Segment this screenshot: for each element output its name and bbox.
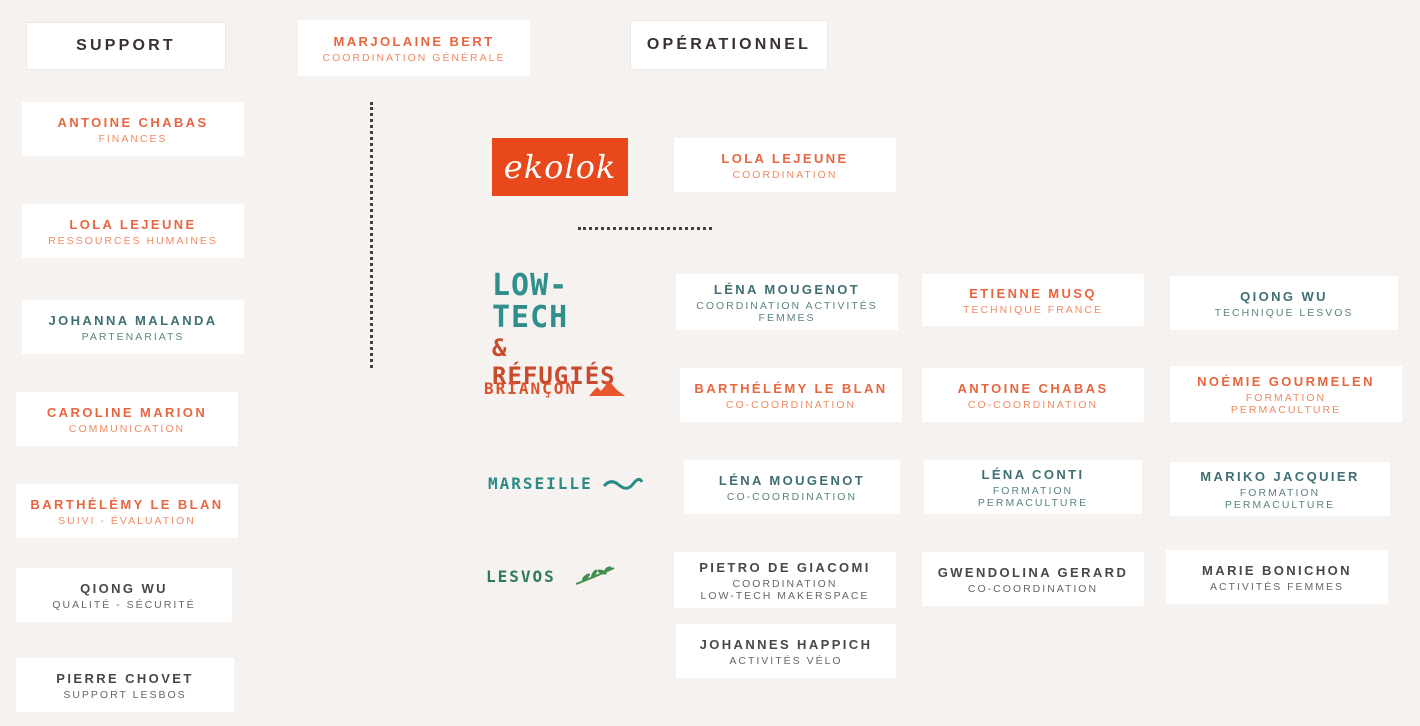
person-name: QIONG WU: [1240, 288, 1328, 304]
lowtech-card: QIONG WU TECHNIQUE LESVOS: [1170, 276, 1398, 330]
lesvos-card: JOHANNES HAPPICH ACTIVITÉS VÉLO: [676, 624, 896, 678]
person-name: LÉNA CONTI: [981, 466, 1085, 482]
wave-icon: [602, 477, 643, 490]
support-card: LOLA LEJEUNE RESSOURCES HUMAINES: [22, 204, 244, 258]
horizontal-dotted-connector: [578, 227, 712, 230]
person-name: CAROLINE MARION: [46, 404, 208, 420]
person-name: JOHANNA MALANDA: [48, 312, 218, 328]
person-name: LOLA LEJEUNE: [69, 216, 197, 232]
person-role: FORMATION PERMACULTURE: [1230, 391, 1342, 416]
marseille-logo: MARSEILLE: [488, 474, 643, 493]
person-role: TECHNIQUE LESVOS: [1214, 306, 1354, 319]
mountain-icon: [589, 381, 626, 396]
person-role: QUALITÉ - SÉCURITÉ: [52, 598, 196, 611]
lesvos-card: MARIE BONICHON ACTIVITÉS FEMMES: [1166, 550, 1388, 604]
support-header: SUPPORT: [26, 22, 226, 70]
marseille-label: MARSEILLE: [488, 474, 593, 493]
briancon-card: NOÉMIE GOURMELEN FORMATION PERMACULTURE: [1170, 366, 1402, 422]
person-role: COORDINATION GÉNÉRALE: [322, 51, 506, 64]
person-role: TECHNIQUE FRANCE: [963, 303, 1103, 316]
marseille-card: LÉNA CONTI FORMATION PERMACULTURE: [924, 460, 1142, 514]
person-role: RESSOURCES HUMAINES: [48, 234, 218, 247]
person-role: COORDINATION LOW-TECH MAKERSPACE: [700, 577, 870, 602]
support-header-label: SUPPORT: [76, 37, 176, 54]
person-name: MARIE BONICHON: [1202, 562, 1352, 578]
lesvos-card: PIETRO DE GIACOMI COORDINATION LOW-TECH …: [674, 552, 896, 608]
person-role: CO-COORDINATION: [967, 582, 1099, 595]
lowtech-logo-line1: LOW-TECH: [492, 268, 569, 335]
person-name: LÉNA MOUGENOT: [713, 281, 861, 297]
person-name: MARJOLAINE BERT: [333, 33, 495, 49]
ekolok-logo: ekolok: [492, 138, 628, 196]
person-role: FORMATION PERMACULTURE: [1224, 486, 1336, 511]
operationnel-header: OPÉRATIONNEL: [630, 20, 828, 70]
person-name: NOÉMIE GOURMELEN: [1197, 373, 1375, 389]
marseille-card: LÉNA MOUGENOT CO-COORDINATION: [684, 460, 900, 514]
person-name: PIERRE CHOVET: [56, 670, 194, 686]
briancon-logo: BRIANÇON: [484, 378, 627, 398]
person-name: ANTOINE CHABAS: [57, 114, 209, 130]
lesvos-label: LESVOS: [486, 566, 556, 586]
person-role: FINANCES: [98, 132, 168, 145]
coordination-generale-box: MARJOLAINE BERT COORDINATION GÉNÉRALE: [298, 20, 530, 76]
person-role: COMMUNICATION: [68, 422, 186, 435]
person-name: BARTHÉLÉMY LE BLAN: [30, 496, 224, 512]
person-role: CO-COORDINATION: [725, 398, 857, 411]
person-role: COORDINATION ACTIVITÉS FEMMES: [696, 299, 878, 324]
person-name: GWENDOLINA GERARD: [937, 564, 1129, 580]
person-role: CO-COORDINATION: [967, 398, 1099, 411]
briancon-card: BARTHÉLÉMY LE BLAN CO-COORDINATION: [680, 368, 902, 422]
briancon-card: ANTOINE CHABAS CO-COORDINATION: [922, 368, 1144, 422]
ekolok-coordination-card: LOLA LEJEUNE COORDINATION: [674, 138, 896, 192]
ekolok-logo-text: ekolok: [503, 148, 617, 186]
support-card: PIERRE CHOVET SUPPORT LESBOS: [16, 658, 234, 712]
person-name: PIETRO DE GIACOMI: [699, 559, 871, 575]
person-role: SUIVI - ÉVALUATION: [58, 514, 196, 527]
person-name: MARIKO JACQUIER: [1200, 468, 1360, 484]
lowtech-refugies-logo: LOW-TECH & RÉFUGIÉS: [492, 268, 632, 391]
operationnel-header-label: OPÉRATIONNEL: [646, 36, 812, 53]
person-role: FORMATION PERMACULTURE: [977, 484, 1089, 509]
vertical-dotted-connector: [370, 102, 373, 368]
support-card: BARTHÉLÉMY LE BLAN SUIVI - ÉVALUATION: [16, 484, 238, 538]
lowtech-card: ETIENNE MUSQ TECHNIQUE FRANCE: [922, 274, 1144, 326]
person-role: ACTIVITÉS FEMMES: [1209, 580, 1345, 593]
support-card: CAROLINE MARION COMMUNICATION: [16, 392, 238, 446]
person-name: BARTHÉLÉMY LE BLAN: [694, 380, 888, 396]
briancon-label: BRIANÇON: [484, 378, 578, 398]
lesvos-card: GWENDOLINA GERARD CO-COORDINATION: [922, 552, 1144, 606]
support-card: QIONG WU QUALITÉ - SÉCURITÉ: [16, 568, 232, 622]
person-role: CO-COORDINATION: [726, 490, 858, 503]
lowtech-card: LÉNA MOUGENOT COORDINATION ACTIVITÉS FEM…: [676, 274, 898, 330]
marseille-card: MARIKO JACQUIER FORMATION PERMACULTURE: [1170, 462, 1390, 516]
person-name: JOHANNES HAPPICH: [699, 636, 873, 652]
lesvos-logo: LESVOS: [486, 564, 618, 588]
support-card: JOHANNA MALANDA PARTENARIATS: [22, 300, 244, 354]
person-role: COORDINATION: [732, 168, 838, 181]
person-role: SUPPORT LESBOS: [63, 688, 187, 701]
person-name: LOLA LEJEUNE: [721, 150, 849, 166]
support-card: ANTOINE CHABAS FINANCES: [22, 102, 244, 156]
person-name: LÉNA MOUGENOT: [718, 472, 866, 488]
person-role: ACTIVITÉS VÉLO: [729, 654, 843, 667]
person-role: PARTENARIATS: [81, 330, 185, 343]
person-name: ETIENNE MUSQ: [969, 285, 1097, 301]
person-name: ANTOINE CHABAS: [957, 380, 1109, 396]
olive-branch-icon: [575, 566, 615, 585]
person-name: QIONG WU: [80, 580, 168, 596]
